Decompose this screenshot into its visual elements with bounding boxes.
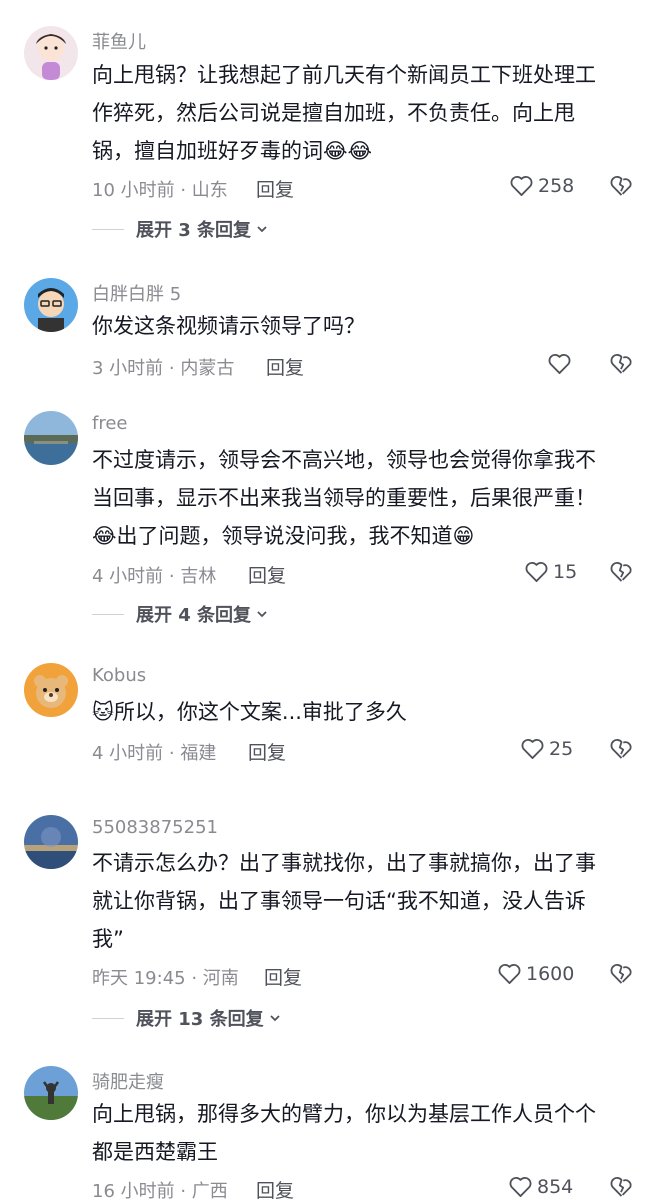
comment-text: 你发这条视频请示领导了吗？ xyxy=(92,314,365,338)
comment-text: 向上甩锅？让我想起了前几天有个新闻员工下班处理工 作猝死，然后公司说是擅自加班，… xyxy=(92,63,596,163)
like-button[interactable]: 25 xyxy=(519,735,573,762)
comment-text: 不过度请示，领导会不高兴地，领导也会觉得你拿我不 当回事，显示不出来我当领导的重… xyxy=(92,448,596,548)
heart-outline-icon xyxy=(525,562,548,582)
like-button[interactable]: 1600 xyxy=(496,960,574,987)
avatar[interactable] xyxy=(24,278,78,332)
divider xyxy=(92,228,124,230)
comment-meta: 10 小时前 · 山东 xyxy=(92,180,228,201)
heart-outline-icon xyxy=(509,1177,532,1197)
divider xyxy=(92,1017,124,1019)
reply-button[interactable]: 回复 xyxy=(266,353,304,380)
broken-heart-icon xyxy=(610,739,632,759)
chevron-down-icon xyxy=(257,611,267,618)
broken-heart-icon xyxy=(610,964,632,984)
reply-button[interactable]: 回复 xyxy=(248,738,286,765)
like-count: 854 xyxy=(537,1175,574,1198)
dislike-button[interactable] xyxy=(608,735,635,762)
comment-meta: 昨天 19:45 · 河南 xyxy=(92,968,239,989)
comment-meta: 4 小时前 · 吉林 xyxy=(92,566,217,587)
expand-replies-label: 展开 4 条回复 xyxy=(136,605,252,626)
username[interactable]: 骑肥走瘦 xyxy=(92,1068,164,1094)
broken-heart-icon xyxy=(610,562,632,582)
broken-heart-icon xyxy=(610,354,632,374)
comment-meta: 4 小时前 · 福建 xyxy=(92,743,217,764)
reply-button[interactable]: 回复 xyxy=(264,963,302,990)
avatar[interactable] xyxy=(24,1066,78,1120)
like-button[interactable] xyxy=(546,350,576,377)
chevron-down-icon xyxy=(269,1015,280,1022)
heart-outline-icon xyxy=(548,354,571,374)
dislike-button[interactable] xyxy=(608,1173,635,1200)
broken-heart-icon xyxy=(610,1177,632,1197)
comment-text: 向上甩锅，那得多大的臂力，你以为基层工作人员个个 都是西楚霸王 xyxy=(92,1102,596,1164)
like-button[interactable]: 15 xyxy=(523,558,577,585)
dislike-button[interactable] xyxy=(608,350,635,377)
username[interactable]: 55083875251 xyxy=(92,817,218,838)
like-count: 258 xyxy=(538,174,575,197)
expand-replies-label: 展开 13 条回复 xyxy=(136,1009,264,1030)
username[interactable]: 白胖白胖 5 xyxy=(92,280,181,306)
divider xyxy=(92,613,124,615)
avatar[interactable] xyxy=(24,26,78,80)
heart-outline-icon xyxy=(521,739,544,759)
broken-heart-icon xyxy=(610,176,632,196)
avatar[interactable] xyxy=(24,663,78,717)
expand-replies-button[interactable]: 展开 13 条回复 xyxy=(92,1005,282,1031)
expand-replies-button[interactable]: 展开 3 条回复 xyxy=(92,216,269,242)
dislike-button[interactable] xyxy=(608,558,635,585)
dislike-button[interactable] xyxy=(608,960,635,987)
chevron-down-icon xyxy=(257,226,267,233)
username[interactable]: 菲鱼儿 xyxy=(92,28,146,54)
reply-button[interactable]: 回复 xyxy=(256,1176,294,1203)
like-count: 15 xyxy=(553,560,578,583)
like-count: 25 xyxy=(549,737,574,760)
comment-meta: 3 小时前 · 内蒙古 xyxy=(92,358,235,379)
expand-replies-button[interactable]: 展开 4 条回复 xyxy=(92,601,269,627)
like-count: 1600 xyxy=(526,962,575,985)
comment-text: 不请示怎么办？出了事就找你，出了事就搞你，出了事 就让你背锅，出了事领导一句话“… xyxy=(92,851,596,951)
comment-text: 🐱所以，你这个文案...审批了多久 xyxy=(92,700,407,724)
reply-button[interactable]: 回复 xyxy=(248,561,286,588)
username[interactable]: free xyxy=(92,413,128,434)
username[interactable]: Kobus xyxy=(92,665,146,686)
like-button[interactable]: 854 xyxy=(507,1173,573,1200)
avatar[interactable] xyxy=(24,411,78,465)
like-button[interactable]: 258 xyxy=(508,172,574,199)
heart-outline-icon xyxy=(498,964,521,984)
dislike-button[interactable] xyxy=(608,172,635,199)
comment-meta: 16 小时前 · 广西 xyxy=(92,1181,228,1202)
heart-outline-icon xyxy=(510,176,533,196)
expand-replies-label: 展开 3 条回复 xyxy=(136,220,252,241)
avatar[interactable] xyxy=(24,815,78,869)
reply-button[interactable]: 回复 xyxy=(256,175,294,202)
